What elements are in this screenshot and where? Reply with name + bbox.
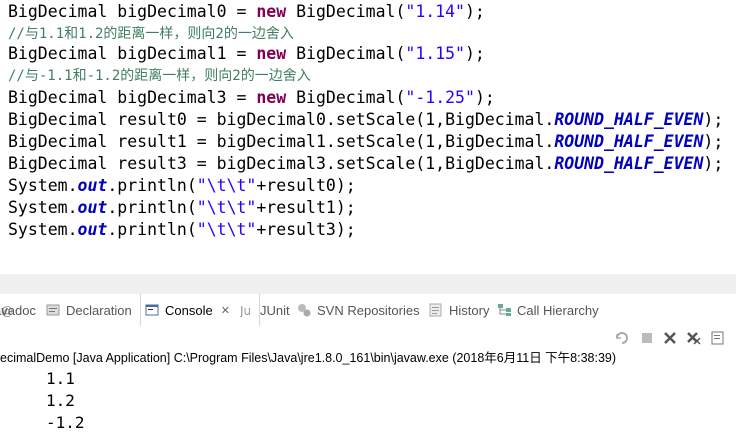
code-comment: //与1.1和1.2的距离一样，则向2的一边舍入 <box>8 26 294 42</box>
console-toolbar <box>0 326 736 348</box>
console-output-line: -1.2 <box>46 413 85 432</box>
clear-console-icon[interactable] <box>710 330 726 346</box>
junit-icon: Ju <box>240 303 254 317</box>
tab-declaration[interactable]: Declaration <box>46 294 132 326</box>
tab-history[interactable]: History <box>429 294 489 326</box>
console-output-line: 1.1 <box>46 369 75 388</box>
code-line: BigDecimal result1 = bigDecimal1.setScal… <box>8 132 724 151</box>
console-icon <box>145 303 159 317</box>
tab-call-hierarchy[interactable]: Call Hierarchy <box>497 294 599 326</box>
remove-all-terminated-icon[interactable] <box>686 330 702 346</box>
terminate-icon[interactable] <box>639 330 655 346</box>
svn-icon <box>297 303 311 317</box>
code-line: BigDecimal bigDecimal0 = new BigDecimal(… <box>8 2 485 21</box>
code-editor[interactable]: BigDecimal bigDecimal0 = new BigDecimal(… <box>0 0 736 274</box>
tab-svn-repositories[interactable]: SVN Repositories <box>297 294 420 326</box>
code-line: BigDecimal bigDecimal1 = new BigDecimal(… <box>8 44 485 63</box>
view-tab-bar: @ avadoc Declaration Console ✕ Ju JUnit … <box>0 294 736 327</box>
call-hierarchy-icon <box>497 303 511 317</box>
console-launch-status: ecimalDemo [Java Application] C:\Program… <box>0 351 617 365</box>
tab-javadoc[interactable]: @ avadoc <box>0 294 36 326</box>
code-line: BigDecimal result0 = bigDecimal0.setScal… <box>8 110 724 129</box>
panel-separator[interactable] <box>0 274 736 294</box>
remove-launch-icon[interactable] <box>662 330 678 346</box>
code-line: System.out.println("\t\t"+result3); <box>8 220 356 239</box>
terminate-relaunch-icon[interactable] <box>614 330 630 346</box>
close-icon[interactable]: ✕ <box>221 304 230 317</box>
tab-junit[interactable]: Ju JUnit <box>240 294 290 326</box>
code-line: System.out.println("\t\t"+result0); <box>8 176 356 195</box>
console-output-line: 1.2 <box>46 391 75 410</box>
code-comment: //与-1.1和-1.2的距离一样，则向2的一边舍入 <box>8 68 311 84</box>
svg-text:Ju: Ju <box>240 304 251 317</box>
code-line: BigDecimal result3 = bigDecimal3.setScal… <box>8 154 724 173</box>
code-line: System.out.println("\t\t"+result1); <box>8 198 356 217</box>
declaration-icon <box>46 303 60 317</box>
code-line: BigDecimal bigDecimal3 = new BigDecimal(… <box>8 88 495 107</box>
history-icon <box>429 303 443 317</box>
console-output[interactable]: 1.1 1.2 -1.2 <box>0 368 736 434</box>
